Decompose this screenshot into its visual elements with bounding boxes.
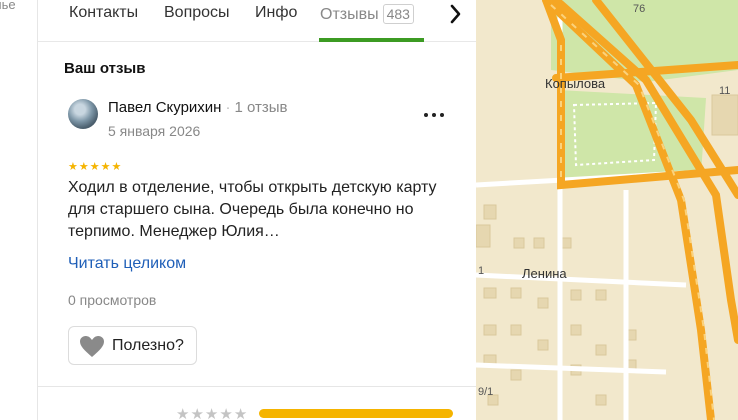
- chevron-right-icon: [450, 4, 461, 24]
- section-title: Ваш отзыв: [64, 60, 146, 77]
- tab-contacts[interactable]: Контакты: [69, 4, 138, 22]
- reviews-count-badge: 483: [382, 4, 414, 24]
- author-name[interactable]: Павел Скурихин: [108, 99, 221, 116]
- rating-stars: ★★★★★: [68, 157, 122, 173]
- star-filled-icon: ★: [68, 161, 78, 173]
- review-date: 5 января 2026: [108, 123, 201, 139]
- author-review-count[interactable]: 1 отзыв: [234, 99, 287, 116]
- street-label-kopylova: Копылова: [545, 76, 606, 91]
- star-filled-icon: ★: [111, 161, 122, 173]
- more-dots-icon: [424, 113, 428, 117]
- star-filled-icon: ★: [78, 161, 89, 173]
- separator-dot: ·: [225, 99, 231, 116]
- tab-reviews[interactable]: Отзывы 483: [320, 4, 414, 24]
- house-number-76: 76: [633, 3, 646, 15]
- place-card-panel: Контакты Вопросы Инфо Отзывы 483 Ваш отзы…: [38, 0, 476, 420]
- more-dots-icon: [440, 113, 444, 117]
- more-options-button[interactable]: [422, 106, 446, 124]
- rate-stars-input[interactable]: ★★★★★: [176, 406, 248, 420]
- views-count: 0 просмотров: [68, 292, 157, 308]
- tab-label: Отзывы: [320, 6, 379, 23]
- more-dots-icon: [432, 113, 436, 117]
- star-empty-icon[interactable]: ★: [190, 407, 203, 420]
- review-author-line: Павел Скурихин · 1 отзыв: [108, 99, 288, 116]
- star-filled-icon: ★: [89, 161, 100, 173]
- map-canvas: [476, 0, 738, 420]
- tab-info[interactable]: Инфо: [255, 4, 297, 22]
- star-empty-icon[interactable]: ★: [219, 407, 232, 420]
- star-filled-icon: ★: [100, 161, 111, 173]
- review-text: Ходил в отделение, чтобы открыть детскую…: [68, 179, 437, 240]
- star-empty-icon[interactable]: ★: [234, 407, 247, 420]
- star-empty-icon[interactable]: ★: [176, 407, 189, 420]
- house-number-1: 1: [478, 265, 485, 277]
- heart-icon: [80, 336, 104, 357]
- map-view[interactable]: Копылова Ленина 76 9/1 1 11: [476, 0, 738, 420]
- tabs-scroll-next-button[interactable]: [444, 2, 468, 26]
- active-tab-indicator: [319, 38, 424, 42]
- cut-off-text: лье: [0, 0, 16, 12]
- helpful-label: Полезно?: [112, 337, 184, 354]
- avatar[interactable]: [68, 99, 98, 129]
- read-more-link[interactable]: Читать целиком: [68, 255, 186, 273]
- tab-label: Контакты: [69, 4, 139, 21]
- helpful-button[interactable]: Полезно?: [68, 326, 197, 365]
- star-empty-icon[interactable]: ★: [205, 407, 218, 420]
- left-strip: лье: [0, 0, 38, 420]
- tab-bar: Контакты Вопросы Инфо Отзывы 483: [38, 0, 476, 42]
- tab-label: Инфо: [255, 4, 298, 21]
- street-label-lenina: Ленина: [522, 266, 567, 281]
- tab-questions[interactable]: Вопросы: [164, 4, 230, 22]
- rating-bar: [259, 409, 453, 418]
- house-number-11: 11: [719, 85, 731, 97]
- divider: [38, 386, 476, 387]
- house-number-9-1: 9/1: [478, 386, 494, 398]
- tab-label: Вопросы: [164, 4, 230, 21]
